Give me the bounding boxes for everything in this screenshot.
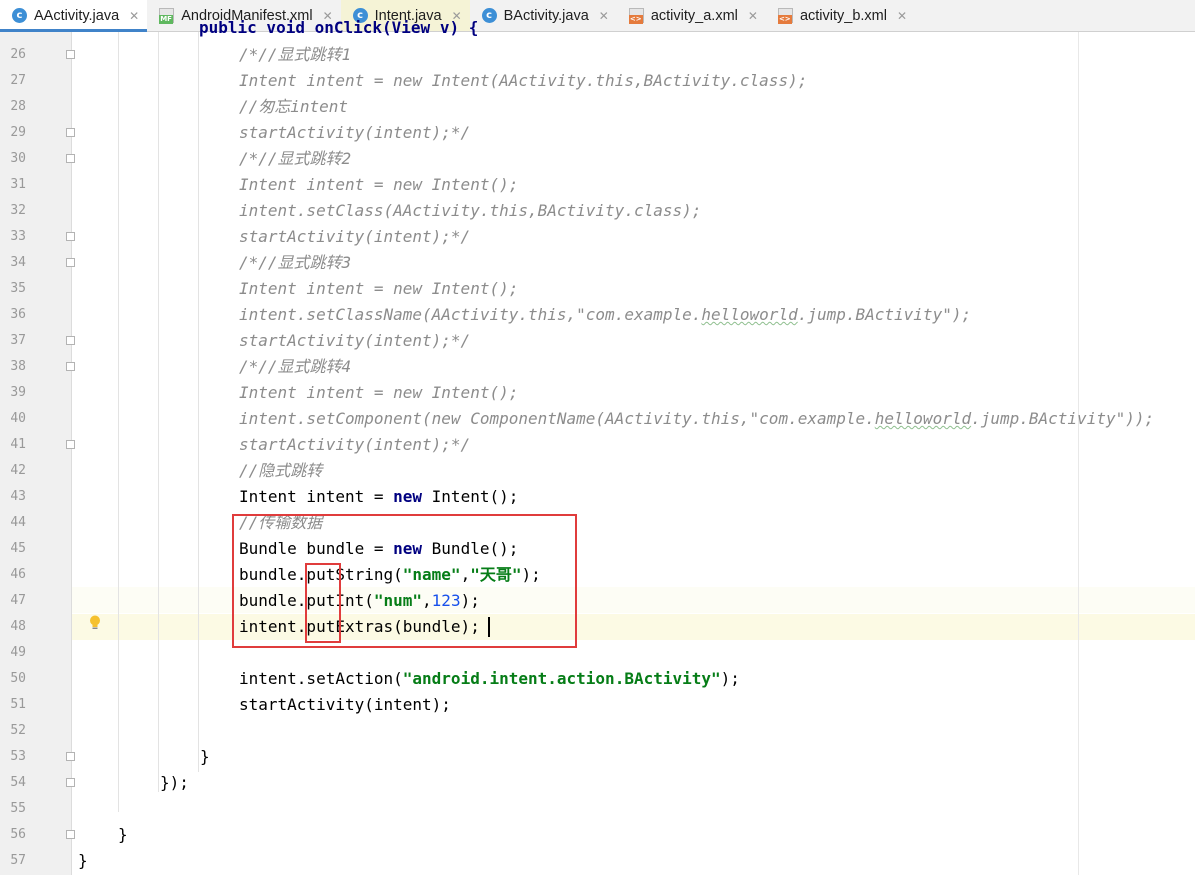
code-line: startActivity(intent); bbox=[239, 695, 451, 714]
code-line: Intent intent = new Intent(); bbox=[239, 175, 519, 194]
code-line: Intent intent = new Intent(); bbox=[239, 279, 519, 298]
line-number: 26 bbox=[10, 47, 26, 62]
code-line: intent.setAction("android.intent.action.… bbox=[239, 669, 740, 688]
fold-marker-icon[interactable] bbox=[66, 128, 75, 137]
line-number: 29 bbox=[10, 125, 26, 140]
fold-marker-icon[interactable] bbox=[66, 154, 75, 163]
fold-marker-icon[interactable] bbox=[66, 830, 75, 839]
line-number: 48 bbox=[10, 619, 26, 634]
line-number: 41 bbox=[10, 437, 26, 452]
code-line: /*//显式跳转4 bbox=[239, 357, 352, 376]
line-number: 55 bbox=[10, 801, 26, 816]
code-line: } bbox=[78, 851, 88, 870]
fold-marker-icon[interactable] bbox=[66, 752, 75, 761]
code-line: Intent intent = new Intent(); bbox=[239, 383, 519, 402]
indent-guide bbox=[118, 32, 119, 812]
code-line: } bbox=[118, 825, 128, 844]
partial-top-line: public void onClick(View v) { bbox=[199, 18, 479, 37]
lightbulb-icon[interactable] bbox=[89, 615, 101, 629]
fold-marker-icon[interactable] bbox=[66, 440, 75, 449]
fold-marker-icon[interactable] bbox=[66, 232, 75, 241]
line-number: 34 bbox=[10, 255, 26, 270]
line-number: 42 bbox=[10, 463, 26, 478]
line-number: 27 bbox=[10, 73, 26, 88]
line-number: 35 bbox=[10, 281, 26, 296]
line-number: 53 bbox=[10, 749, 26, 764]
indent-guide bbox=[158, 32, 159, 792]
fold-marker-icon[interactable] bbox=[66, 258, 75, 267]
line-number: 32 bbox=[10, 203, 26, 218]
line-number: 31 bbox=[10, 177, 26, 192]
fold-marker-icon[interactable] bbox=[66, 336, 75, 345]
line-number: 47 bbox=[10, 593, 26, 608]
code-line: //隐式跳转 bbox=[239, 461, 323, 480]
code-line: startActivity(intent);*/ bbox=[239, 123, 471, 142]
code-line: startActivity(intent);*/ bbox=[239, 435, 471, 454]
code-line: //匆忘intent bbox=[239, 97, 349, 116]
code-line: startActivity(intent);*/ bbox=[239, 227, 471, 246]
code-line: } bbox=[200, 747, 210, 766]
line-number: 43 bbox=[10, 489, 26, 504]
highlight-box-data-block bbox=[232, 514, 577, 648]
indent-guide bbox=[198, 32, 199, 772]
line-number: 36 bbox=[10, 307, 26, 322]
highlight-box-put bbox=[305, 563, 341, 643]
line-number: 40 bbox=[10, 411, 26, 426]
code-line: intent.setComponent(new ComponentName(AA… bbox=[239, 409, 1155, 428]
line-number: 52 bbox=[10, 723, 26, 738]
line-number: 56 bbox=[10, 827, 26, 842]
code-line: /*//显式跳转3 bbox=[239, 253, 352, 272]
line-number: 30 bbox=[10, 151, 26, 166]
line-number: 54 bbox=[10, 775, 26, 790]
code-line: intent.setClassName(AActivity.this,"com.… bbox=[239, 305, 972, 324]
line-number: 45 bbox=[10, 541, 26, 556]
code-line: startActivity(intent);*/ bbox=[239, 331, 471, 350]
line-number: 28 bbox=[10, 99, 26, 114]
code-line: }); bbox=[160, 773, 189, 792]
fold-marker-icon[interactable] bbox=[66, 50, 75, 59]
line-number: 49 bbox=[10, 645, 26, 660]
line-number: 57 bbox=[10, 853, 26, 868]
line-number: 38 bbox=[10, 359, 26, 374]
code-editor[interactable]: 26 /*//显式跳转1 27 Intent intent = new Intent(… bbox=[0, 0, 1195, 875]
fold-marker-icon[interactable] bbox=[66, 778, 75, 787]
code-line: intent.setClass(AActivity.this,BActivity… bbox=[239, 201, 702, 220]
line-number: 39 bbox=[10, 385, 26, 400]
code-line: /*//显式跳转2 bbox=[239, 149, 352, 168]
code-line: Intent intent = new Intent(); bbox=[239, 487, 519, 506]
line-number: 51 bbox=[10, 697, 26, 712]
code-line: Intent intent = new Intent(AActivity.thi… bbox=[239, 71, 808, 90]
line-number: 37 bbox=[10, 333, 26, 348]
line-number: 46 bbox=[10, 567, 26, 582]
line-number: 33 bbox=[10, 229, 26, 244]
line-number: 44 bbox=[10, 515, 26, 530]
line-number: 50 bbox=[10, 671, 26, 686]
code-line: /*//显式跳转1 bbox=[239, 45, 352, 64]
fold-marker-icon[interactable] bbox=[66, 362, 75, 371]
